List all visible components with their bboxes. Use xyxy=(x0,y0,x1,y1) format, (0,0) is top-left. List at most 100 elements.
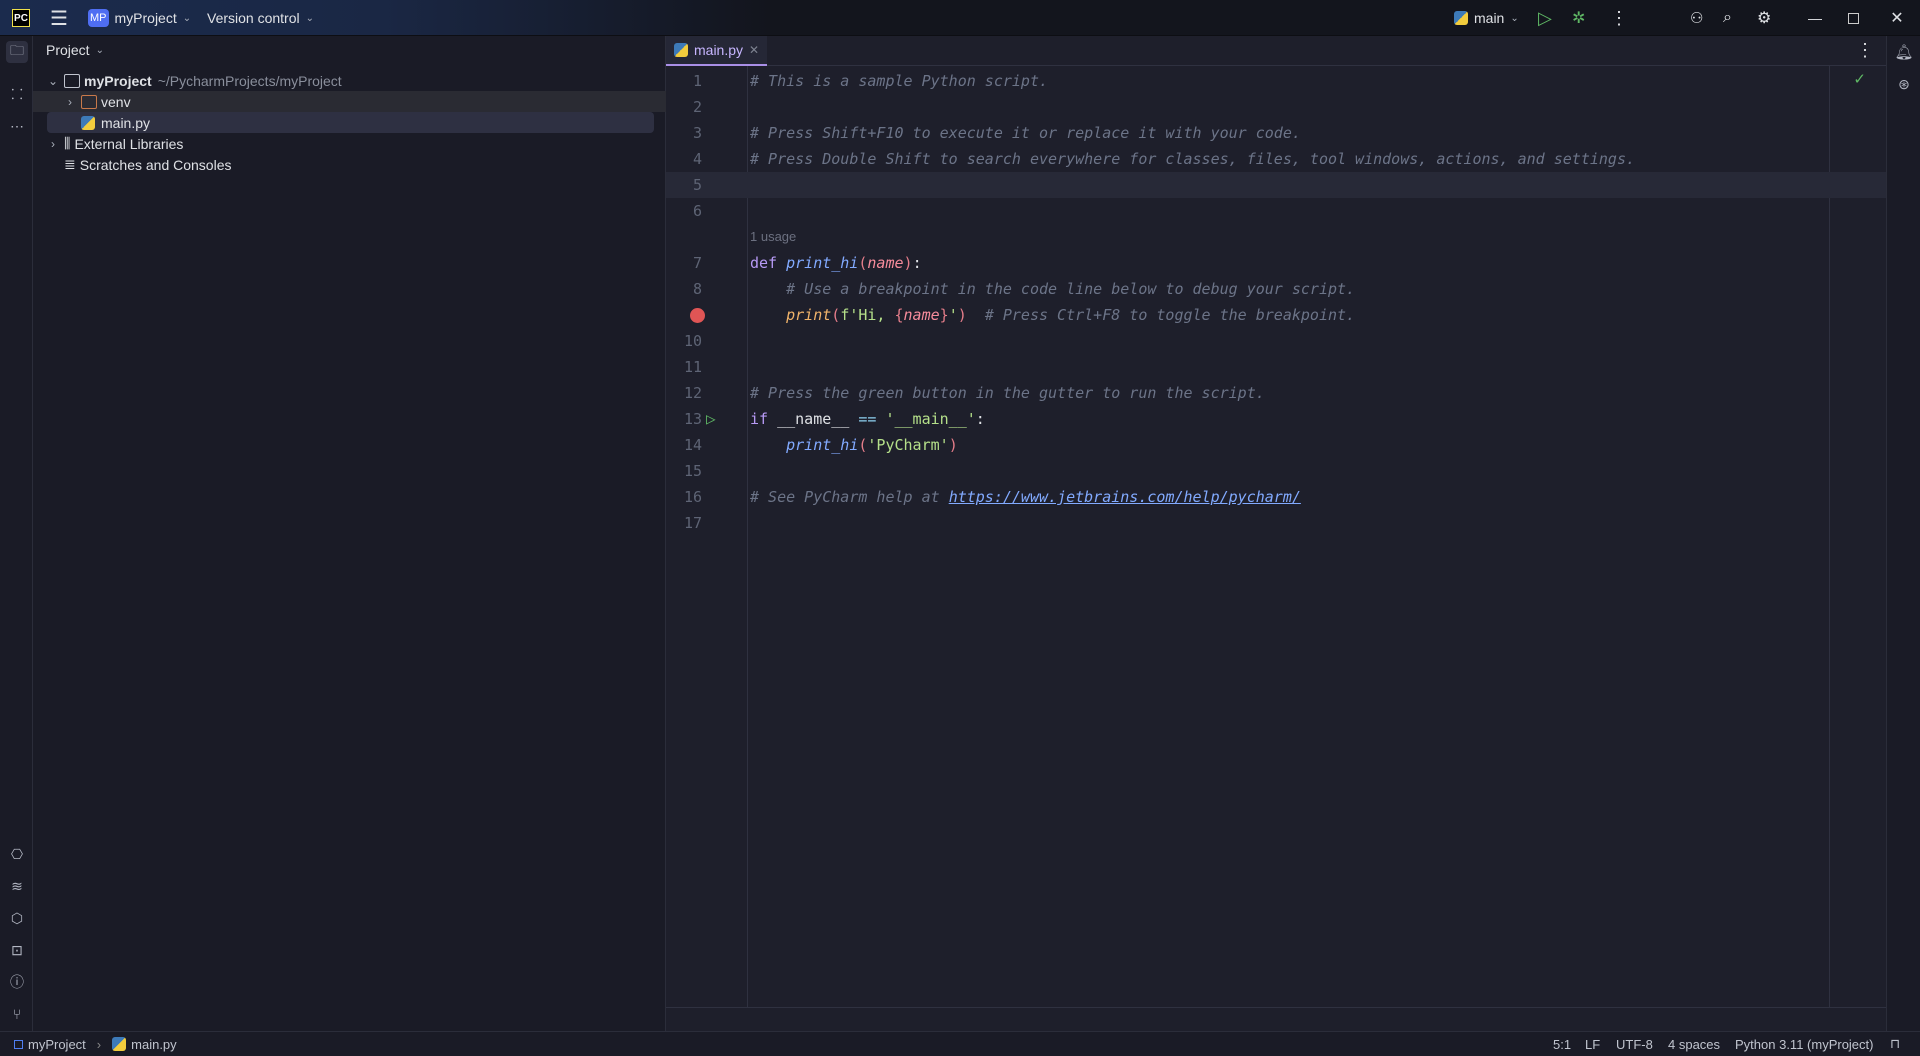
usage-hint[interactable]: 1 usage xyxy=(750,224,796,250)
settings-gear-icon[interactable]: ⚙ xyxy=(1757,0,1771,36)
more-icon[interactable]: ⋯ xyxy=(6,115,28,137)
inlay-line: 1 usage xyxy=(666,224,1886,250)
code-line[interactable]: 1 # This is a sample Python script. xyxy=(666,68,1886,94)
layers-icon[interactable]: ≋ xyxy=(6,875,28,897)
code-line[interactable]: 5 xyxy=(666,172,1886,198)
project-badge: MP xyxy=(88,9,109,27)
chevron-right-icon[interactable]: › xyxy=(63,95,77,109)
code-line[interactable]: 8 # Use a breakpoint in the code line be… xyxy=(666,276,1886,302)
tree-item-myproject[interactable]: ⌄ myProject ~/PycharmProjects/myProject xyxy=(33,70,666,91)
tree-item-scratches[interactable]: ≣ Scratches and Consoles xyxy=(33,154,666,175)
code-line[interactable]: 15 xyxy=(666,458,1886,484)
python-interpreter[interactable]: Python 3.11 (myProject) xyxy=(1735,1032,1873,1056)
close-button[interactable]: ✕ xyxy=(1882,0,1912,36)
code-line[interactable]: print(f'Hi, {name}') # Press Ctrl+F8 to … xyxy=(666,302,1886,328)
file-encoding[interactable]: UTF-8 xyxy=(1616,1032,1653,1056)
line-number: 12 xyxy=(683,384,702,402)
code-line[interactable]: 14 print_hi('PyCharm') xyxy=(666,432,1886,458)
editor-bottom-border xyxy=(666,1007,1886,1008)
search-icon[interactable]: ⌕ xyxy=(1723,0,1732,36)
maximize-button[interactable] xyxy=(1838,0,1868,36)
main-menu-hamburger-icon[interactable]: ☰ xyxy=(50,0,68,36)
code-line[interactable]: 16 # See PyCharm help at https://www.jetb… xyxy=(666,484,1886,510)
minimize-button[interactable]: — xyxy=(1800,0,1830,36)
library-icon: ⫼ xyxy=(64,135,71,151)
tree-label: myProject xyxy=(84,72,152,89)
code-line[interactable]: 11 xyxy=(666,354,1886,380)
line-number: 11 xyxy=(683,358,702,376)
breadcrumb-project[interactable]: myProject xyxy=(28,1037,86,1052)
chevron-right-icon: › xyxy=(96,1036,102,1052)
code-line[interactable]: 17 xyxy=(666,510,1886,536)
chevron-right-icon[interactable]: › xyxy=(46,137,60,151)
caret-position[interactable]: 5:1 xyxy=(1553,1032,1571,1056)
maximize-icon xyxy=(1847,12,1859,24)
python-file-icon xyxy=(112,1037,127,1051)
code-text: def print_hi(name): xyxy=(750,254,922,272)
tree-item-external-libraries[interactable]: › ⫼ External Libraries xyxy=(33,133,666,154)
project-folder-icon[interactable]: 🗀 xyxy=(6,41,28,63)
debug-bug-icon[interactable]: ✲ xyxy=(1572,0,1585,36)
run-gutter-icon[interactable]: ▷ xyxy=(706,406,716,432)
breakpoint-icon[interactable] xyxy=(690,308,705,323)
code-line[interactable]: 6 xyxy=(666,198,1886,224)
editor-tabs: main.py ✕ ⋮ xyxy=(666,36,1886,66)
code-line[interactable]: 7 def print_hi(name): xyxy=(666,250,1886,276)
breadcrumb-file[interactable]: main.py xyxy=(131,1037,177,1052)
project-switcher[interactable]: MP myProject ⌄ xyxy=(88,0,191,36)
right-tool-strip: 🔔︎ ⊛ xyxy=(1886,36,1920,1031)
add-user-icon[interactable]: ⚇ xyxy=(1690,0,1703,36)
python-console-icon[interactable]: ⎔ xyxy=(6,843,28,865)
tab-main-py[interactable]: main.py ✕ xyxy=(666,36,768,66)
help-link[interactable]: https://www.jetbrains.com/help/pycharm/ xyxy=(949,488,1301,506)
more-actions-icon[interactable]: ⋮ xyxy=(1610,0,1628,36)
code-line[interactable]: 13 ▷ if __name__ == '__main__': xyxy=(666,406,1886,432)
notifications-bell-icon[interactable]: 🔔︎ xyxy=(1893,41,1915,63)
services-icon[interactable]: ⬡ xyxy=(6,907,28,929)
run-icon[interactable]: ▷ xyxy=(1538,0,1552,36)
code-line[interactable]: 3 # Press Shift+F10 to execute it or repl… xyxy=(666,120,1886,146)
tree-item-venv[interactable]: › venv xyxy=(33,91,666,112)
lock-open-icon[interactable]: ⊓ xyxy=(1890,1032,1900,1056)
tree-item-main-py[interactable]: main.py xyxy=(47,112,654,133)
panel-title-label: Project xyxy=(46,42,90,58)
code-line[interactable]: 4 # Press Double Shift to search everywhe… xyxy=(666,146,1886,172)
python-file-icon xyxy=(674,43,688,57)
line-number: 15 xyxy=(683,462,702,480)
tree-label: Scratches and Consoles xyxy=(79,156,232,173)
title-bar: PC ☰ MP myProject ⌄ Version control ⌄ main ⌄… xyxy=(0,0,1920,36)
run-config-selector[interactable]: main ⌄ xyxy=(1454,0,1519,36)
line-number: 3 xyxy=(692,124,702,142)
code-text: # See PyCharm help at https://www.jetbra… xyxy=(750,488,1301,506)
code-line[interactable]: 12 # Press the green button in the gutter… xyxy=(666,380,1886,406)
line-number: 16 xyxy=(683,488,702,506)
git-icon[interactable]: ⑂ xyxy=(6,1003,28,1025)
ai-assistant-icon[interactable]: ⊛ xyxy=(1893,73,1915,95)
app-logo[interactable]: PC xyxy=(12,0,30,36)
code-text: # This is a sample Python script. xyxy=(750,72,1049,90)
line-number: 10 xyxy=(683,332,702,350)
code-text: print_hi('PyCharm') xyxy=(786,436,958,454)
code-line[interactable]: 10 xyxy=(666,328,1886,354)
status-bar: myProject › main.py 5:1 LF UTF-8 4 space… xyxy=(0,1031,1920,1056)
line-number: 6 xyxy=(692,202,702,220)
close-tab-icon[interactable]: ✕ xyxy=(749,43,759,57)
tree-label: main.py xyxy=(101,114,151,131)
tab-label: main.py xyxy=(694,42,744,58)
structure-icon[interactable]: ⸬ xyxy=(6,83,28,105)
project-panel: Project ⌄ ⌄ myProject ~/PycharmProjects/myP… xyxy=(33,36,666,1031)
project-panel-title[interactable]: Project ⌄ xyxy=(46,42,104,58)
line-number: 2 xyxy=(692,98,702,116)
line-separator[interactable]: LF xyxy=(1585,1032,1600,1056)
tab-options-icon[interactable]: ⋮ xyxy=(1856,40,1874,61)
python-file-icon xyxy=(81,115,95,130)
problems-icon[interactable]: ⓘ xyxy=(6,971,28,993)
vcs-menu[interactable]: Version control ⌄ xyxy=(207,0,314,36)
code-line[interactable]: 2 xyxy=(666,94,1886,120)
terminal-icon[interactable]: ⊡ xyxy=(6,939,28,961)
line-number: 8 xyxy=(692,280,702,298)
python-icon xyxy=(1454,11,1468,25)
code-text: # Press the green button in the gutter t… xyxy=(750,384,1265,402)
indent-setting[interactable]: 4 spaces xyxy=(1668,1032,1720,1056)
chevron-down-icon[interactable]: ⌄ xyxy=(46,74,60,88)
